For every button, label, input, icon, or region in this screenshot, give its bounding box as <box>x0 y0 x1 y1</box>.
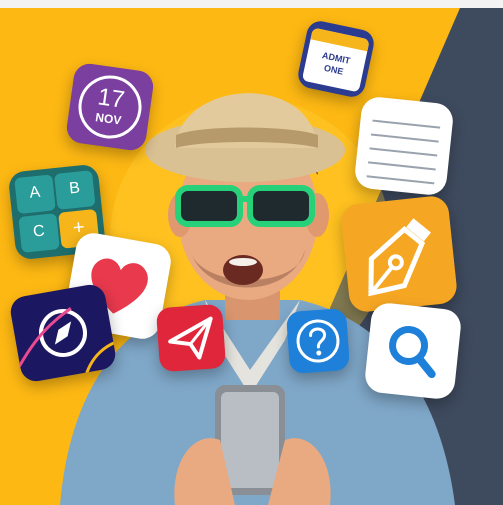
paper-plane-icon[interactable] <box>155 303 227 373</box>
paper-plane-shape <box>168 316 213 360</box>
pen-nib-shape <box>368 218 431 297</box>
search-icon[interactable] <box>363 301 463 401</box>
question-mark-icon[interactable] <box>285 307 351 375</box>
ticket-icon[interactable]: ADMIT ONE <box>295 18 377 100</box>
pen-nib-icon[interactable] <box>339 194 459 314</box>
magnifier-shape <box>389 326 436 379</box>
calendar-icon[interactable]: 17 NOV <box>64 61 156 153</box>
compass-shape <box>10 307 118 384</box>
notepad-lines <box>366 119 441 185</box>
notepad-icon[interactable] <box>353 95 455 197</box>
app-icons-promo-image: 17 NOV ADMIT ONE A B C + <box>0 0 503 505</box>
compass-icon[interactable] <box>8 282 118 384</box>
question-shape <box>296 319 340 363</box>
